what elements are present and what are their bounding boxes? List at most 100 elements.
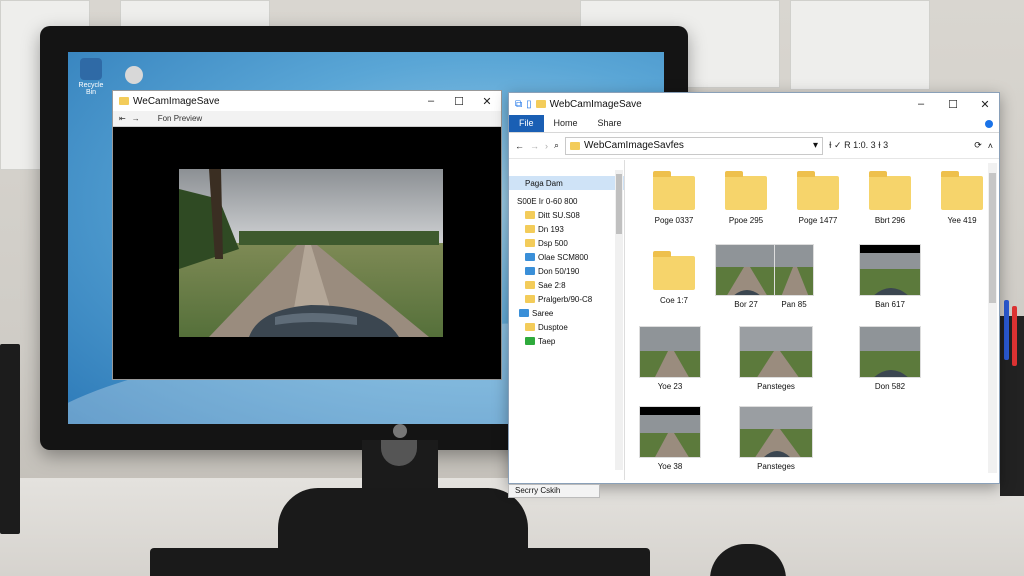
nav-item[interactable]: Taep bbox=[509, 334, 624, 348]
speaker bbox=[0, 344, 20, 534]
tab-file[interactable]: File bbox=[509, 115, 544, 132]
desktop-icon-label: Recycle Bin bbox=[78, 82, 104, 96]
close-button[interactable]: ✕ bbox=[473, 91, 501, 111]
item-label: Poge 0337 bbox=[654, 216, 694, 225]
folder-item[interactable]: Poge 0337 bbox=[641, 171, 707, 225]
collapse-chevron-icon[interactable]: ˄ bbox=[988, 141, 993, 151]
item-label: Ppoe 295 bbox=[728, 216, 764, 225]
folder-icon bbox=[653, 251, 695, 290]
forward-icon[interactable]: → bbox=[530, 141, 539, 151]
nav-item[interactable]: Sae 2:8 bbox=[509, 278, 624, 292]
nav-item-label: Paga Dam bbox=[525, 178, 563, 188]
item-label: Yoe 23 bbox=[657, 382, 683, 391]
item-label: Pan 85 bbox=[781, 300, 807, 309]
explorer-window-title: WebCamImageSave bbox=[549, 98, 642, 110]
image-item[interactable]: Don 582 bbox=[857, 326, 923, 391]
address-folder-icon bbox=[570, 141, 581, 150]
help-icon[interactable] bbox=[985, 120, 993, 128]
up-chevron-icon[interactable]: › bbox=[545, 141, 548, 151]
nav-item-label: Dusptoe bbox=[538, 322, 568, 332]
back-icon[interactable]: ← bbox=[515, 141, 524, 151]
tab-share[interactable]: Share bbox=[588, 115, 632, 132]
image-thumbnail bbox=[639, 326, 701, 378]
folder-blue-icon bbox=[525, 253, 535, 261]
address-dropdown-icon[interactable]: ▾ bbox=[813, 140, 818, 151]
folder-icon bbox=[525, 225, 535, 233]
image-item[interactable]: Yoe 38 bbox=[637, 406, 703, 471]
search-icon[interactable]: ⌕ bbox=[554, 140, 559, 151]
back-arrow-icon[interactable]: ⇤ bbox=[119, 114, 126, 123]
folder-item[interactable]: Coe 1:7 bbox=[641, 251, 707, 305]
item-label: Don 582 bbox=[874, 382, 906, 391]
nav-item-selected[interactable]: Paga Dam bbox=[509, 176, 624, 190]
navigation-pane: Paga Dam S00E Ir 0-60 800 Ditt SU.S08 Dn… bbox=[509, 160, 625, 480]
folder-icon bbox=[525, 295, 535, 303]
item-label: Ban 617 bbox=[875, 300, 905, 309]
file-list: Poge 0337 Ppoe 295 Poge 1477 Bbrt 296 Ye… bbox=[627, 160, 989, 478]
nav-item[interactable]: Don 50/190 bbox=[509, 264, 624, 278]
ribbon-tabs: File Home Share bbox=[509, 115, 999, 133]
image-item[interactable]: Pansteges bbox=[737, 326, 815, 391]
pencil-blue bbox=[1004, 300, 1009, 360]
nav-item[interactable]: S00E Ir 0-60 800 bbox=[509, 194, 624, 208]
quick-access-icon[interactable]: ⧉ bbox=[515, 99, 522, 110]
explorer-maximize-button[interactable]: ☐ bbox=[939, 94, 967, 114]
image-thumbnail bbox=[739, 406, 813, 458]
content-scrollbar-thumb[interactable] bbox=[989, 173, 996, 303]
nav-item-label: Pralgerb/90-C8 bbox=[538, 294, 593, 304]
nav-item-label: Sae 2:8 bbox=[538, 280, 566, 290]
image-item[interactable]: Ban 617 bbox=[857, 244, 923, 309]
image-item[interactable]: Pansteges bbox=[737, 406, 815, 471]
drive-icon[interactable] bbox=[124, 66, 144, 86]
image-thumbnail bbox=[639, 406, 701, 458]
nav-item-label: Ditt SU.S08 bbox=[538, 210, 580, 220]
webcam-preview-label[interactable]: Fon Preview bbox=[158, 114, 202, 123]
folder-icon bbox=[525, 281, 535, 289]
nav-item[interactable]: Olae SCM800 bbox=[509, 250, 624, 264]
nav-item[interactable]: Dusptoe bbox=[509, 320, 624, 334]
nav-item-label: S00E Ir 0-60 800 bbox=[517, 196, 578, 206]
folder-item[interactable]: Yee 419 bbox=[929, 171, 995, 225]
nav-scrollbar-thumb[interactable] bbox=[616, 174, 622, 234]
nav-item-label: Don 50/190 bbox=[538, 266, 580, 276]
item-label: Pansteges bbox=[757, 462, 795, 471]
image-thumbnail bbox=[859, 244, 921, 296]
new-folder-icon[interactable]: ▯ bbox=[526, 99, 532, 110]
tab-home[interactable]: Home bbox=[544, 115, 588, 132]
minimize-button[interactable]: – bbox=[417, 91, 445, 111]
item-label: Bor 27 bbox=[734, 300, 758, 309]
app-folder-icon bbox=[119, 97, 129, 105]
image-item[interactable]: Bor 27 bbox=[713, 244, 779, 309]
nav-item[interactable]: Saree bbox=[509, 306, 624, 320]
image-item[interactable]: Yoe 23 bbox=[637, 326, 703, 391]
address-bar[interactable]: WebCamImageSavfes ▾ bbox=[565, 136, 824, 155]
maximize-button[interactable]: ☐ bbox=[445, 91, 473, 111]
folder-icon bbox=[941, 171, 983, 210]
item-label: Yee 419 bbox=[947, 216, 977, 225]
folder-item[interactable]: Poge 1477 bbox=[785, 171, 851, 225]
nav-item[interactable]: Pralgerb/90-C8 bbox=[509, 292, 624, 306]
nav-item-label: Taep bbox=[538, 336, 556, 346]
recycle-bin-icon[interactable]: Recycle Bin bbox=[74, 58, 108, 96]
nav-item[interactable]: Dsp 500 bbox=[509, 236, 624, 250]
nav-item[interactable]: Dn 193 bbox=[509, 222, 624, 236]
explorer-minimize-button[interactable]: – bbox=[907, 94, 935, 114]
refresh-icon[interactable]: ⟳ bbox=[974, 140, 982, 151]
folder-blue-icon bbox=[519, 309, 529, 317]
folder-blue-icon bbox=[525, 267, 535, 275]
monitor-logo-icon bbox=[393, 424, 407, 438]
folder-icon bbox=[525, 239, 535, 247]
webcam-preview-image bbox=[179, 169, 443, 337]
forward-arrow-icon[interactable]: → bbox=[132, 114, 140, 123]
toolbar-status-text: Ɨ ✓ R 1:0. 3 Ɨ 3 bbox=[829, 140, 889, 150]
nav-item[interactable]: Ditt SU.S08 bbox=[509, 208, 624, 222]
item-label: Poge 1477 bbox=[798, 216, 838, 225]
folder-item[interactable]: Ppoe 295 bbox=[713, 171, 779, 225]
folder-icon bbox=[869, 171, 911, 210]
explorer-folder-icon bbox=[535, 100, 546, 108]
folder-item[interactable]: Bbrt 296 bbox=[857, 171, 923, 225]
image-item[interactable]: Pan 85 bbox=[771, 244, 817, 309]
image-thumbnail bbox=[715, 244, 777, 296]
webcam-window: WeCamImageSave – ☐ ✕ ⇤ → Fon Preview bbox=[112, 90, 502, 380]
explorer-close-button[interactable]: ✕ bbox=[971, 94, 999, 114]
